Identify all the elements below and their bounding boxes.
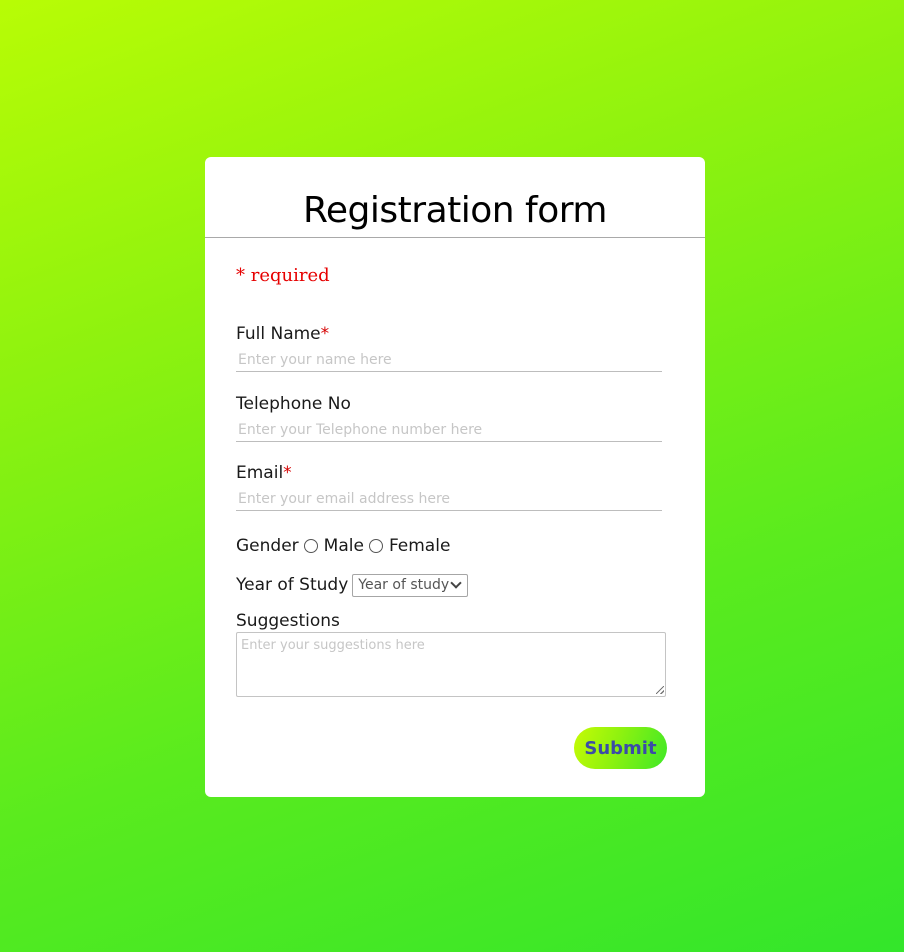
email-label: Email* [236,462,662,484]
telephone-label: Telephone No [236,394,351,414]
telephone-input[interactable] [236,418,662,442]
required-star: * [283,463,292,483]
male-radio[interactable] [303,539,318,553]
required-note: * required [236,265,330,286]
year-of-study-select[interactable]: Year of study [352,573,469,597]
full-name-field: Full Name* [236,323,662,372]
gender-label: Gender [236,536,299,556]
year-of-study-label: Year of Study [236,575,349,595]
full-name-label-text: Full Name [236,324,321,344]
male-option-label[interactable]: Male [324,536,364,556]
suggestions-label: Suggestions [236,611,340,631]
card-header: Registration form [205,157,705,238]
gender-row: Gender Male Female [236,534,450,558]
resize-handle-icon[interactable] [656,686,664,694]
telephone-field: Telephone No [236,393,662,442]
female-radio[interactable] [368,539,383,553]
required-star: * [320,324,330,344]
form-title: Registration form [303,190,607,231]
submit-button[interactable]: Submit [574,727,667,769]
year-of-study-row: Year of Study Year of study [236,572,469,598]
email-label-text: Email [236,463,284,483]
full-name-label: Full Name* [236,323,662,345]
registration-card: Registration form * required Full Name* … [205,157,705,797]
full-name-input[interactable] [236,348,662,372]
suggestions-textarea[interactable] [236,632,666,697]
female-option-label[interactable]: Female [389,536,450,556]
chevron-down-icon [450,577,462,589]
email-field: Email* [236,462,662,511]
email-input[interactable] [236,487,662,511]
year-of-study-selected: Year of study [358,577,450,593]
